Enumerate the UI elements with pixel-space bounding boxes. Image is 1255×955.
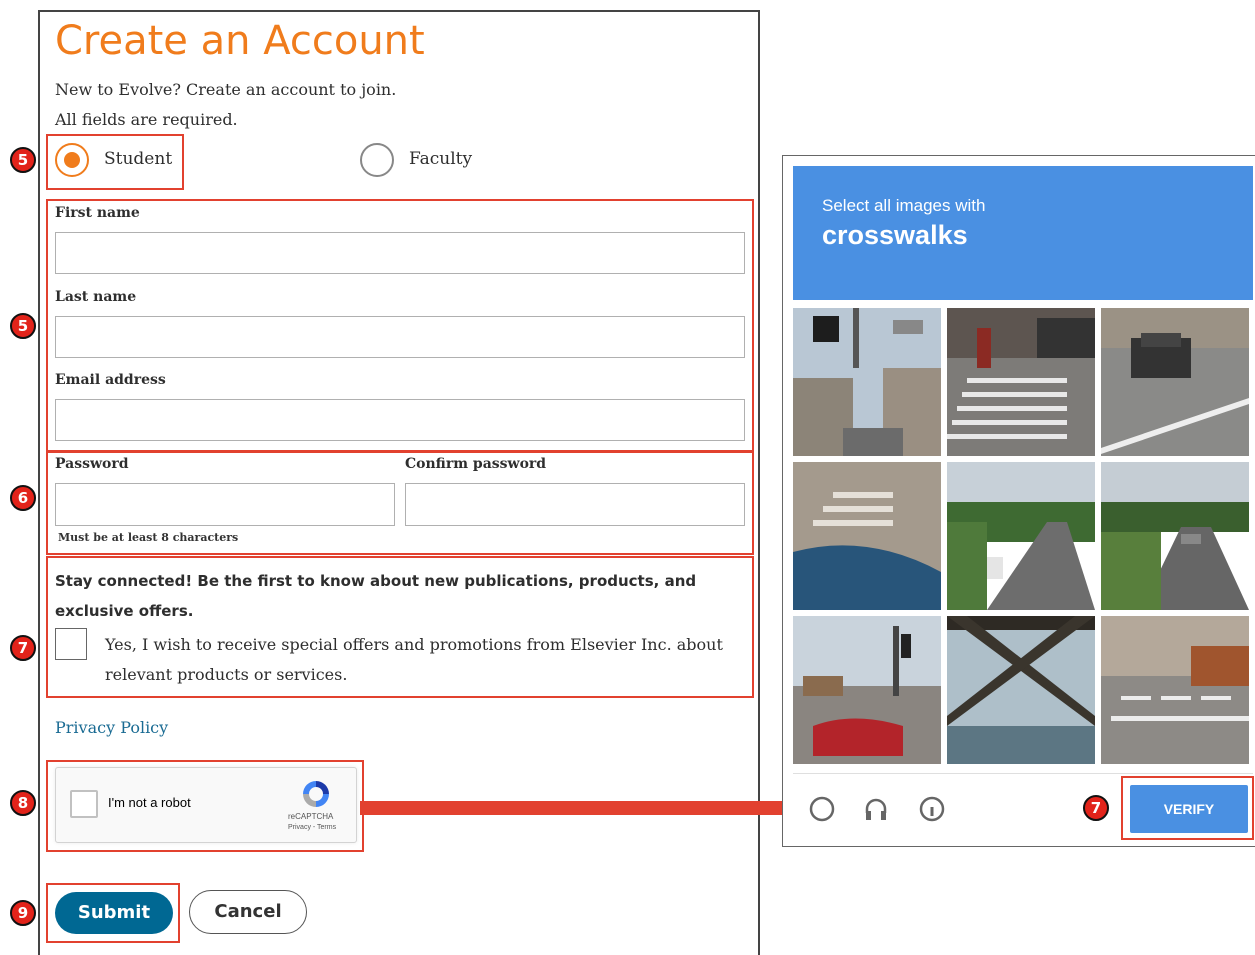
reload-icon[interactable] <box>808 795 836 823</box>
faculty-radio-label: Faculty <box>409 149 473 169</box>
required-note: All fields are required. <box>55 110 238 129</box>
password-input[interactable] <box>55 483 395 526</box>
recaptcha-checkbox[interactable] <box>70 790 98 818</box>
offers-checkbox-label: Yes, I wish to receive special offers an… <box>105 635 723 684</box>
page-title: Create an Account <box>55 18 425 64</box>
recaptcha-logo-icon <box>303 781 329 807</box>
captcha-tile-5[interactable] <box>947 462 1095 610</box>
email-label: Email address <box>55 372 166 388</box>
captcha-tile-2[interactable] <box>947 308 1095 456</box>
street-intersection-tile-image <box>793 308 941 456</box>
verify-button[interactable]: VERIFY <box>1130 785 1248 833</box>
email-input[interactable] <box>55 399 745 441</box>
info-icon[interactable] <box>918 795 946 823</box>
recaptcha-widget: I'm not a robot reCAPTCHA Privacy - Term… <box>55 767 357 843</box>
first-name-input[interactable] <box>55 232 745 274</box>
parked-suv-tile-image <box>1101 308 1249 456</box>
captcha-instruction: Select all images with <box>822 196 986 215</box>
last-name-input[interactable] <box>55 316 745 358</box>
step-badge-submit: 9 <box>10 900 36 926</box>
captcha-tile-7[interactable] <box>793 616 941 764</box>
step-badge-password: 6 <box>10 485 36 511</box>
first-name-label: First name <box>55 205 140 221</box>
crosswalk-car-hood-tile-image <box>793 462 941 610</box>
recaptcha-label: I'm not a robot <box>108 795 191 810</box>
captcha-tile-1[interactable] <box>793 308 941 456</box>
recaptcha-brand: reCAPTCHA <box>288 812 334 821</box>
captcha-tile-8[interactable] <box>947 616 1095 764</box>
captcha-keyword: crosswalks <box>822 220 968 250</box>
step-badge-offers: 7 <box>10 635 36 661</box>
confirm-password-label: Confirm password <box>405 456 547 472</box>
step-badge-role: 5 <box>10 147 36 173</box>
step-badge-names: 5 <box>10 313 36 339</box>
captcha-tile-9[interactable] <box>1101 616 1249 764</box>
offers-checkbox[interactable] <box>55 628 87 660</box>
crosswalk-tile-image <box>947 308 1095 456</box>
student-radio[interactable] <box>55 143 89 177</box>
confirm-password-input[interactable] <box>405 483 745 526</box>
traffic-light-tile-image <box>793 616 941 764</box>
faculty-radio[interactable] <box>360 143 394 177</box>
last-name-label: Last name <box>55 289 137 305</box>
sidewalk-crosswalk-tile-image <box>1101 616 1249 764</box>
offers-heading: Stay connected! Be the first to know abo… <box>55 572 697 620</box>
captcha-tile-3[interactable] <box>1101 308 1249 456</box>
rural-road-tile-image <box>1101 462 1249 610</box>
step-badge-recaptcha: 8 <box>10 790 36 816</box>
captcha-tile-4[interactable] <box>793 462 941 610</box>
password-hint: Must be at least 8 characters <box>58 531 239 544</box>
student-radio-label: Student <box>104 149 173 169</box>
bridge-underside-tile-image <box>947 616 1095 764</box>
highway-car-tile-image <box>947 462 1095 610</box>
intro-text: New to Evolve? Create an account to join… <box>55 80 397 99</box>
password-label: Password <box>55 456 129 472</box>
captcha-tile-grid <box>793 308 1253 766</box>
recaptcha-legal-links[interactable]: Privacy - Terms <box>288 824 336 831</box>
submit-button[interactable]: Submit <box>55 892 173 934</box>
cancel-button[interactable]: Cancel <box>189 890 307 934</box>
headphones-icon[interactable] <box>862 795 890 823</box>
step-badge-verify: 7 <box>1083 795 1109 821</box>
captcha-tile-6[interactable] <box>1101 462 1249 610</box>
privacy-policy-link[interactable]: Privacy Policy <box>55 718 168 737</box>
